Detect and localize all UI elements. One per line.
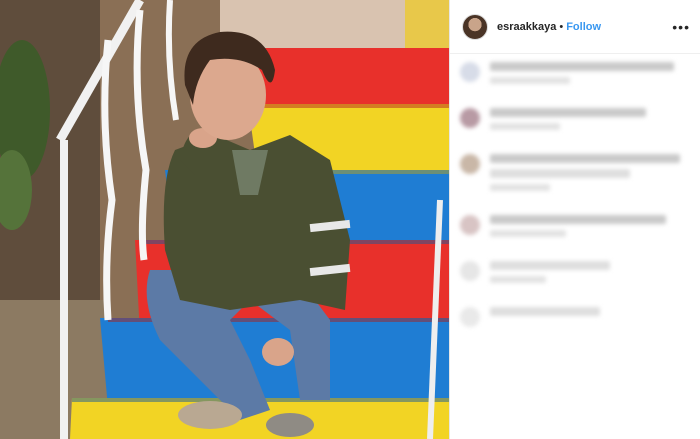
follow-button[interactable]: Follow <box>566 21 601 33</box>
blurred-comment-meta <box>490 184 550 191</box>
comment-item <box>460 108 690 136</box>
comments-list <box>450 54 700 353</box>
blurred-comment-text <box>490 108 646 117</box>
blurred-comment-text <box>490 62 674 71</box>
comment-avatar <box>460 154 480 174</box>
post-header: esraakkaya • Follow ••• <box>450 0 700 54</box>
photo-illustration <box>0 0 449 439</box>
comment-item <box>460 62 690 90</box>
profile-avatar[interactable] <box>462 13 488 40</box>
blurred-comment-text <box>490 261 610 270</box>
blurred-comment-meta <box>490 77 570 84</box>
blurred-comment-text <box>490 307 600 316</box>
comment-avatar <box>460 108 480 128</box>
comment-item <box>460 154 690 197</box>
comment-avatar <box>460 307 480 327</box>
header-separator: • <box>559 20 564 33</box>
comment-avatar <box>460 215 480 235</box>
post-sidebar: esraakkaya • Follow ••• <box>449 0 700 439</box>
comment-avatar <box>460 62 480 82</box>
comment-item <box>460 307 690 327</box>
instagram-post-view: esraakkaya • Follow ••• <box>0 0 700 439</box>
more-options-icon[interactable]: ••• <box>672 19 690 35</box>
username-link[interactable]: esraakkaya <box>497 21 556 33</box>
blurred-comment-meta <box>490 230 566 237</box>
comment-item <box>460 261 690 289</box>
blurred-comment-meta <box>490 276 546 283</box>
comment-item <box>460 215 690 243</box>
post-photo[interactable] <box>0 0 449 439</box>
blurred-comment-text <box>490 154 680 163</box>
blurred-comment-meta <box>490 123 560 130</box>
blurred-comment-text <box>490 169 630 178</box>
comment-avatar <box>460 261 480 281</box>
blurred-comment-text <box>490 215 666 224</box>
